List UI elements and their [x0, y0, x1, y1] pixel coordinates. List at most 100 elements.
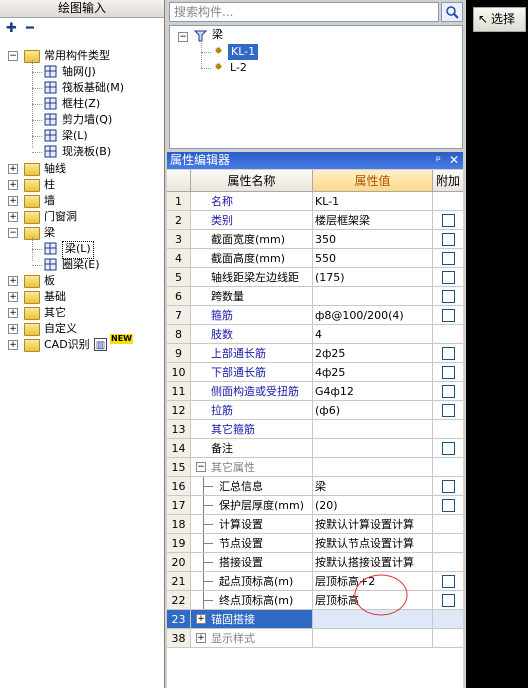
tree-item[interactable]: + 墙 [0, 193, 164, 209]
property-row[interactable]: 22 终点顶标高(m) 层顶标高 [167, 591, 463, 610]
property-value[interactable] [313, 287, 433, 306]
extra-checkbox[interactable] [442, 309, 455, 322]
tree-item[interactable]: + CAD识别 ▥ NEW [0, 334, 164, 353]
tree-item[interactable]: 梁(L) [0, 241, 164, 259]
property-row[interactable]: 38 显示样式 + [167, 629, 463, 648]
expand-toggle[interactable]: + [8, 308, 18, 318]
tree-item[interactable]: 梁(L) [0, 128, 164, 144]
search-input[interactable]: 搜索构件... [169, 2, 439, 22]
expand-all-icon[interactable]: ✚ [6, 22, 20, 36]
property-value[interactable]: (175) [313, 268, 433, 287]
group-toggle[interactable]: + [196, 614, 206, 624]
property-row[interactable]: 18 计算设置 按默认计算设置计算 [167, 515, 463, 534]
property-value[interactable]: 按默认节点设置计算 [313, 534, 433, 553]
extra-checkbox[interactable] [442, 290, 455, 303]
pin-icon[interactable]: ᵖ [436, 152, 441, 169]
extra-checkbox[interactable] [442, 480, 455, 493]
property-row[interactable]: 2 类别 楼层框架梁 [167, 211, 463, 230]
tree-item[interactable]: + 其它 [0, 305, 164, 321]
property-value[interactable]: KL-1 [313, 192, 433, 211]
tree-item[interactable]: + 自定义 [0, 321, 164, 337]
expand-toggle[interactable]: + [8, 164, 18, 174]
extra-checkbox[interactable] [442, 271, 455, 284]
extra-checkbox[interactable] [442, 252, 455, 265]
property-value[interactable]: G4ф12 [313, 382, 433, 401]
select-button[interactable]: ↖ 选择 [473, 7, 526, 32]
property-value[interactable] [313, 439, 433, 458]
expand-toggle[interactable]: + [8, 340, 18, 350]
tree-item[interactable]: − 梁 [0, 225, 164, 241]
property-row[interactable]: 7 箍筋 ф8@100/200(4) [167, 306, 463, 325]
property-value[interactable]: 按默认搭接设置计算 [313, 553, 433, 572]
collapse-all-icon[interactable]: ━ [26, 22, 40, 36]
extra-checkbox[interactable] [442, 214, 455, 227]
tree-item[interactable]: 现浇板(B) [0, 144, 164, 160]
tree-item[interactable]: + 基础 [0, 289, 164, 305]
close-icon[interactable]: ✕ [449, 152, 459, 169]
property-row[interactable]: 3 截面宽度(mm) 350 [167, 230, 463, 249]
extra-checkbox[interactable] [442, 575, 455, 588]
tree-item[interactable]: + 板 [0, 273, 164, 289]
tree-item[interactable]: 圈梁(E) [0, 257, 164, 273]
search-button[interactable] [441, 2, 463, 22]
collapse-toggle[interactable]: − [8, 228, 18, 238]
property-value[interactable]: 楼层框架梁 [313, 211, 433, 230]
component-item-l2[interactable]: L-2 [230, 60, 247, 76]
property-value[interactable] [313, 420, 433, 439]
property-row[interactable]: 6 跨数量 [167, 287, 463, 306]
expand-toggle[interactable]: + [8, 212, 18, 222]
property-row[interactable]: 8 肢数 4 [167, 325, 463, 344]
collapse-toggle[interactable]: − [8, 51, 18, 61]
property-row[interactable]: 9 上部通长筋 2ф25 [167, 344, 463, 363]
component-item-kl1[interactable]: KL-1 [228, 44, 259, 60]
extra-checkbox[interactable] [442, 347, 455, 360]
property-value[interactable]: (ф6) [313, 401, 433, 420]
property-value[interactable]: 2ф25 [313, 344, 433, 363]
property-row[interactable]: 10 下部通长筋 4ф25 [167, 363, 463, 382]
expand-toggle[interactable]: + [8, 196, 18, 206]
extra-checkbox[interactable] [442, 499, 455, 512]
property-value[interactable]: ф8@100/200(4) [313, 306, 433, 325]
extra-checkbox[interactable] [442, 594, 455, 607]
tree-item[interactable]: − 常用构件类型 [0, 48, 164, 64]
property-row[interactable]: 13 其它箍筋 [167, 420, 463, 439]
property-value[interactable] [313, 610, 433, 629]
group-toggle[interactable]: + [196, 633, 206, 643]
property-value[interactable]: 层顶标高 [313, 591, 433, 610]
property-row[interactable]: 17 保护层厚度(mm) (20) [167, 496, 463, 515]
extra-checkbox[interactable] [442, 385, 455, 398]
property-value[interactable]: (20) [313, 496, 433, 515]
property-value[interactable]: 350 [313, 230, 433, 249]
property-row[interactable]: 12 拉筋 (ф6) [167, 401, 463, 420]
property-row[interactable]: 20 搭接设置 按默认搭接设置计算 [167, 553, 463, 572]
property-row[interactable]: 14 备注 [167, 439, 463, 458]
tree-item[interactable]: 筏板基础(M) [0, 80, 164, 96]
group-toggle[interactable]: − [196, 462, 206, 472]
property-value[interactable]: 按默认计算设置计算 [313, 515, 433, 534]
property-row[interactable]: 15 其它属性 − [167, 458, 463, 477]
property-value[interactable]: 550 [313, 249, 433, 268]
expand-toggle[interactable]: + [8, 324, 18, 334]
property-row[interactable]: 21 起点顶标高(m) 层顶标高+2 [167, 572, 463, 591]
property-row[interactable]: 5 轴线距梁左边线距 (175) [167, 268, 463, 287]
tree-item[interactable]: 框柱(Z) [0, 96, 164, 112]
extra-checkbox[interactable] [442, 404, 455, 417]
collapse-toggle[interactable]: − [178, 32, 188, 42]
tree-item[interactable]: 剪力墙(Q) [0, 112, 164, 128]
extra-checkbox[interactable] [442, 233, 455, 246]
tree-item[interactable]: + 柱 [0, 177, 164, 193]
expand-toggle[interactable]: + [8, 292, 18, 302]
property-row[interactable]: 4 截面高度(mm) 550 [167, 249, 463, 268]
property-value[interactable]: 4ф25 [313, 363, 433, 382]
tree-item[interactable]: + 轴线 [0, 161, 164, 177]
expand-toggle[interactable]: + [8, 180, 18, 190]
property-value[interactable]: 层顶标高+2 [313, 572, 433, 591]
property-value[interactable] [313, 629, 433, 648]
property-row[interactable]: 16 汇总信息梁 [167, 477, 463, 496]
property-row[interactable]: 19 节点设置 按默认节点设置计算 [167, 534, 463, 553]
tree-item[interactable]: + 门窗洞 [0, 209, 164, 225]
property-row[interactable]: 11 侧面构造或受扭筋 G4ф12 [167, 382, 463, 401]
property-value[interactable]: 梁 [313, 477, 433, 496]
property-row[interactable]: 1 名称 KL-1 [167, 192, 463, 211]
extra-checkbox[interactable] [442, 442, 455, 455]
